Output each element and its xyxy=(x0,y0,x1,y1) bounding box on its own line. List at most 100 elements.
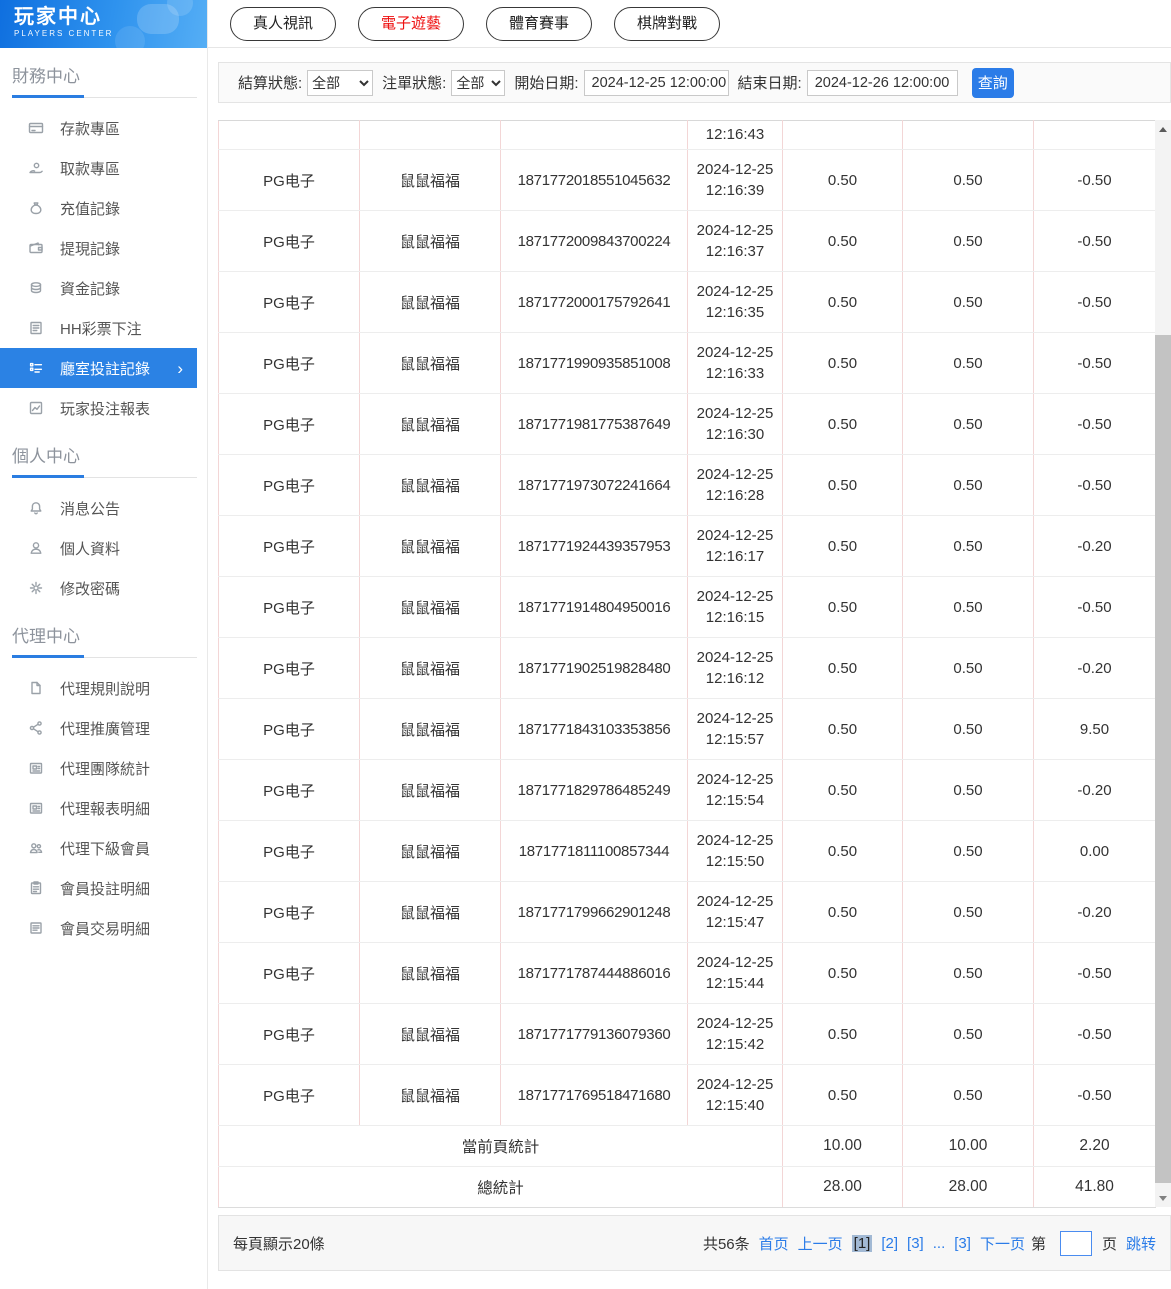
tab-1[interactable]: 電子遊藝 xyxy=(358,6,465,41)
cell-profit: -0.20 xyxy=(1033,515,1156,577)
cell-time: 2024-12-25 12:16:28 xyxy=(687,454,783,516)
sidebar-sections: 財務中心存款專區›取款專區›充值記錄›提現記錄›資金記錄›HH彩票下注›廳室投註… xyxy=(0,62,207,948)
order-status-label: 注單狀態: xyxy=(382,75,447,92)
share-icon xyxy=(28,720,44,736)
sidebar-item-label: 提現記錄 xyxy=(60,240,121,258)
first-page-link[interactable]: 首页 xyxy=(759,1233,789,1254)
cell-provider: PG电子 xyxy=(218,149,360,211)
sidebar-item-1-1[interactable]: 個人資料› xyxy=(0,528,207,568)
sidebar-item-label: 代理規則說明 xyxy=(60,680,151,698)
page-link-0[interactable]: [1] xyxy=(851,1234,873,1252)
tab-2[interactable]: 體育賽事 xyxy=(486,6,593,41)
sidebar-item-2-1[interactable]: 代理推廣管理› xyxy=(0,708,207,748)
sidebar-item-0-1[interactable]: 取款專區› xyxy=(0,148,207,188)
sidebar-item-2-5[interactable]: 會員投註明細› xyxy=(0,868,207,908)
section-underline xyxy=(12,655,197,658)
page-link-2[interactable]: [3] xyxy=(907,1235,924,1252)
cell-game: 鼠鼠福福 xyxy=(359,210,501,272)
cell-order: 1871771811100857344 xyxy=(500,820,688,882)
funds-coins-icon xyxy=(28,280,44,296)
tab-0[interactable]: 真人視訊 xyxy=(230,6,337,41)
cell-time: 2024-12-25 12:16:33 xyxy=(687,332,783,394)
page-link-1[interactable]: [2] xyxy=(881,1235,898,1252)
sidebar-item-label: 代理推廣管理 xyxy=(60,720,151,738)
summary-profit: 2.20 xyxy=(1033,1125,1156,1167)
sidebar-item-0-2[interactable]: 充值記錄› xyxy=(0,188,207,228)
news-icon xyxy=(28,800,44,816)
tab-3[interactable]: 棋牌對戰 xyxy=(614,6,721,41)
sidebar-item-0-3[interactable]: 提現記錄› xyxy=(0,228,207,268)
sidebar-item-0-5[interactable]: HH彩票下注› xyxy=(0,308,207,348)
end-date-input[interactable] xyxy=(806,69,958,96)
cell-game: 鼠鼠福福 xyxy=(359,881,501,943)
start-date-input[interactable] xyxy=(583,69,729,96)
cell-valid: 0.50 xyxy=(902,210,1034,272)
page-link-3[interactable]: ... xyxy=(933,1235,946,1252)
page-jump-input[interactable] xyxy=(1059,1230,1092,1256)
table-scrollbar[interactable] xyxy=(1155,120,1171,1207)
scroll-up-icon[interactable] xyxy=(1155,122,1171,136)
table-row: PG电子 鼠鼠福福 1871772009843700224 2024-12-25 12:… xyxy=(218,210,1156,272)
summary-valid: 10.00 xyxy=(902,1125,1034,1167)
cell-time: 2024-12-25 12:16:12 xyxy=(687,637,783,699)
settle-status-select[interactable]: 全部 xyxy=(307,69,374,96)
cell-game: 鼠鼠福福 xyxy=(359,759,501,821)
jump-suffix-label: 页 xyxy=(1101,1235,1117,1253)
sidebar-item-1-0[interactable]: 消息公告› xyxy=(0,488,207,528)
sidebar-item-2-6[interactable]: 會員交易明細› xyxy=(0,908,207,948)
cell-provider: PG电子 xyxy=(218,1003,360,1065)
sidebar-section-title: 個人中心 xyxy=(12,447,80,466)
sidebar-item-label: 會員交易明細 xyxy=(60,920,151,938)
cell-bet: 0.50 xyxy=(782,637,903,699)
sidebar-item-2-0[interactable]: 代理規則說明› xyxy=(0,668,207,708)
bell-icon xyxy=(28,500,44,516)
deposit-card-icon xyxy=(28,120,44,136)
sidebar-item-label: HH彩票下注 xyxy=(60,320,142,338)
cell-profit: -0.20 xyxy=(1033,759,1156,821)
order-status-select[interactable]: 全部 xyxy=(451,69,506,96)
summary-row-total: 總統計 28.00 28.00 41.80 xyxy=(218,1166,1156,1208)
cell-profit: 0.00 xyxy=(1033,820,1156,882)
sidebar-item-2-4[interactable]: 代理下級會員› xyxy=(0,828,207,868)
cell-valid: 0.50 xyxy=(902,576,1034,638)
cell-bet: 0.50 xyxy=(782,515,903,577)
recharge-bag-icon xyxy=(28,200,44,216)
scrollbar-thumb[interactable] xyxy=(1155,335,1171,1183)
sidebar-item-0-6[interactable]: 廳室投註記錄 › xyxy=(0,348,197,388)
prev-page-link[interactable]: 上一页 xyxy=(798,1233,843,1254)
page-link-4[interactable]: [3] xyxy=(954,1235,971,1252)
scroll-down-icon[interactable] xyxy=(1155,1191,1171,1205)
cell-game: 鼠鼠福福 xyxy=(359,271,501,333)
cell-valid: 0.50 xyxy=(902,149,1034,211)
search-button[interactable]: 查詢 xyxy=(971,67,1014,98)
sidebar-item-0-7[interactable]: 玩家投注報表› xyxy=(0,388,207,428)
chevron-right-icon: › xyxy=(177,358,183,378)
cell-profit: 9.50 xyxy=(1033,698,1156,760)
sidebar-item-0-4[interactable]: 資金記錄› xyxy=(0,268,207,308)
cell-valid: 0.50 xyxy=(902,271,1034,333)
cell-time: 2024-12-25 12:16:15 xyxy=(687,576,783,638)
cell-order: 1871771779136079360 xyxy=(500,1003,688,1065)
cell-profit xyxy=(1033,120,1156,150)
cell-valid: 0.50 xyxy=(902,1003,1034,1065)
sidebar-item-0-0[interactable]: 存款專區› xyxy=(0,108,207,148)
cell-game: 鼠鼠福福 xyxy=(359,576,501,638)
table-row: PG电子 鼠鼠福福 1871771829786485249 2024-12-25 12:… xyxy=(218,759,1156,821)
cell-provider: PG电子 xyxy=(218,698,360,760)
next-page-link[interactable]: 下一页 xyxy=(980,1233,1025,1254)
jump-button[interactable]: 跳转 xyxy=(1126,1233,1156,1254)
cell-provider: PG电子 xyxy=(218,271,360,333)
cell-game: 鼠鼠福福 xyxy=(359,698,501,760)
cell-provider: PG电子 xyxy=(218,454,360,516)
cell-provider: PG电子 xyxy=(218,393,360,455)
cell-provider: PG电子 xyxy=(218,637,360,699)
report-chart-icon xyxy=(28,400,44,416)
sidebar-item-1-2[interactable]: 修改密碼› xyxy=(0,568,207,608)
table-row-partial: 12:16:43 xyxy=(218,120,1156,150)
cell-time: 2024-12-25 12:16:39 xyxy=(687,149,783,211)
cell-bet: 0.50 xyxy=(782,942,903,1004)
sidebar-item-label: 充值記錄 xyxy=(60,200,121,218)
sidebar-item-2-2[interactable]: 代理團隊統計› xyxy=(0,748,207,788)
cell-time: 2024-12-25 12:15:50 xyxy=(687,820,783,882)
sidebar-item-2-3[interactable]: 代理報表明細› xyxy=(0,788,207,828)
